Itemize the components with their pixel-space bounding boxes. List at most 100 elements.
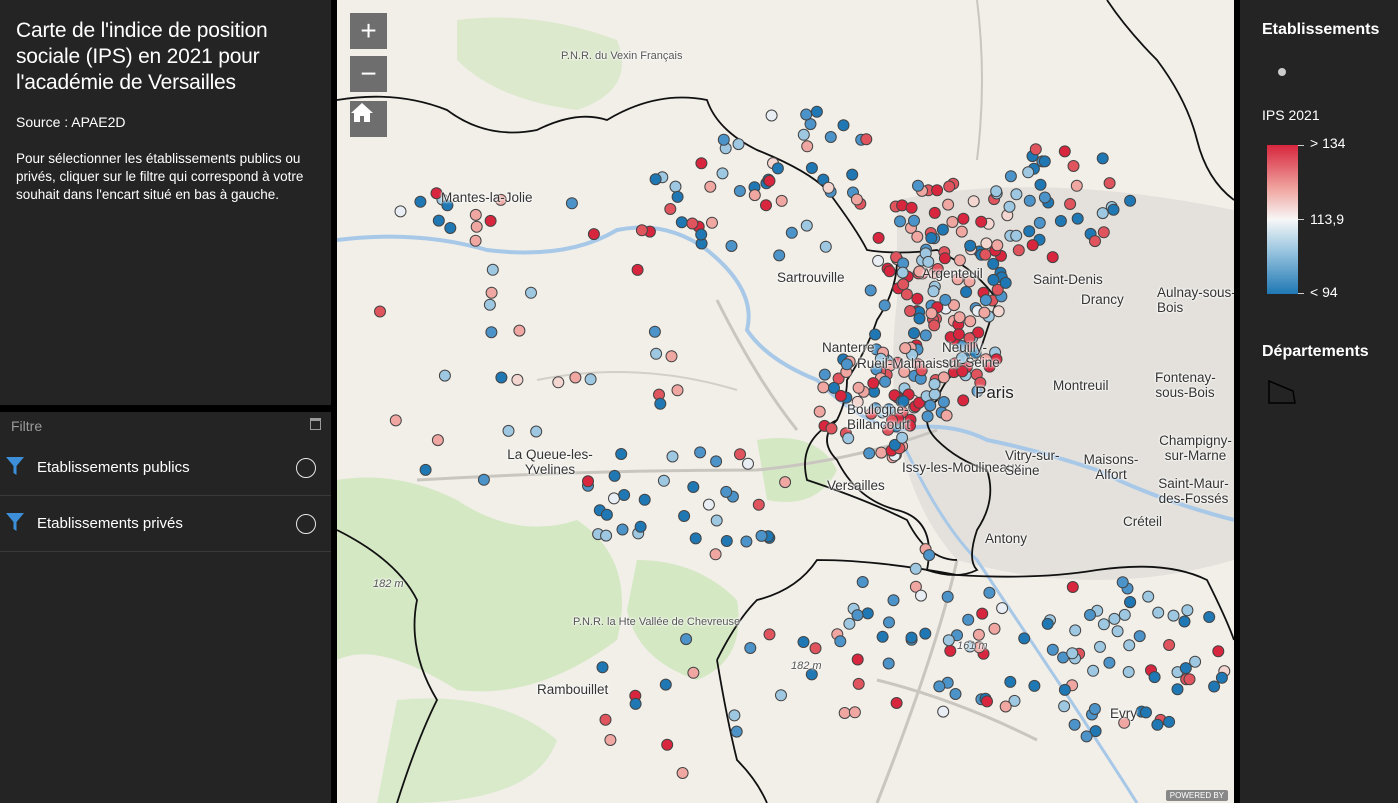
establishment-point[interactable] — [664, 203, 677, 215]
establishment-point[interactable] — [678, 510, 691, 522]
establishment-point[interactable] — [1215, 671, 1228, 684]
establishment-point[interactable] — [987, 257, 1000, 270]
establishment-point[interactable] — [779, 476, 792, 489]
establishment-point[interactable] — [983, 586, 996, 599]
establishment-point[interactable] — [775, 689, 787, 702]
establishment-point[interactable] — [851, 609, 864, 622]
establishment-point[interactable] — [1064, 198, 1077, 210]
establishment-point[interactable] — [689, 532, 702, 545]
establishment-point[interactable] — [596, 661, 609, 674]
establishment-point[interactable] — [797, 128, 810, 141]
establishment-point[interactable] — [957, 212, 970, 225]
establishment-point[interactable] — [389, 414, 402, 427]
establishment-point[interactable] — [676, 767, 689, 779]
establishment-point[interactable] — [771, 162, 784, 175]
establishment-point[interactable] — [856, 576, 869, 588]
establishment-point[interactable] — [513, 324, 526, 337]
establishment-point[interactable] — [1094, 640, 1106, 653]
establishment-point[interactable] — [887, 594, 900, 607]
establishment-point[interactable] — [1018, 632, 1031, 645]
establishment-point[interactable] — [649, 173, 662, 186]
establishment-point[interactable] — [1088, 703, 1101, 715]
establishment-point[interactable] — [717, 133, 730, 146]
establishment-point[interactable] — [687, 666, 700, 679]
establishment-point[interactable] — [876, 630, 889, 643]
establishment-point[interactable] — [975, 215, 988, 228]
establishment-point[interactable] — [687, 481, 700, 493]
establishment-point[interactable] — [960, 286, 973, 298]
establishment-point[interactable] — [763, 628, 776, 641]
home-button[interactable] — [350, 101, 387, 137]
establishment-point[interactable] — [1023, 225, 1036, 238]
establishment-point[interactable] — [1096, 207, 1109, 220]
establishment-point[interactable] — [817, 381, 830, 394]
establishment-point[interactable] — [805, 162, 818, 174]
establishment-point[interactable] — [936, 223, 949, 236]
establishment-point[interactable] — [953, 254, 966, 267]
establishment-point[interactable] — [846, 168, 859, 181]
establishment-point[interactable] — [1058, 683, 1071, 696]
establishment-point[interactable] — [863, 447, 876, 460]
establishment-point[interactable] — [988, 622, 1001, 635]
establishment-point[interactable] — [964, 315, 977, 328]
establishment-point[interactable] — [1046, 643, 1059, 656]
establishment-point[interactable] — [1080, 730, 1093, 743]
establishment-point[interactable] — [1111, 625, 1124, 638]
establishment-point[interactable] — [686, 217, 699, 230]
establishment-point[interactable] — [937, 396, 950, 408]
establishment-point[interactable] — [775, 194, 788, 207]
establishment-point[interactable] — [813, 405, 826, 418]
establishment-point[interactable] — [1010, 188, 1023, 201]
establishment-point[interactable] — [615, 448, 628, 460]
establishment-point[interactable] — [666, 450, 679, 463]
establishment-point[interactable] — [720, 485, 733, 498]
establishment-point[interactable] — [1148, 671, 1161, 684]
establishment-point[interactable] — [1004, 675, 1017, 688]
establishment-point[interactable] — [1122, 666, 1135, 678]
establishment-point[interactable] — [587, 228, 600, 241]
establishment-point[interactable] — [720, 535, 733, 547]
establishment-point[interactable] — [1163, 639, 1176, 651]
establishment-point[interactable] — [996, 602, 1009, 615]
establishment-point[interactable] — [908, 214, 920, 227]
establishment-point[interactable] — [1167, 609, 1180, 622]
establishment-point[interactable] — [1124, 596, 1137, 608]
establishment-point[interactable] — [1023, 194, 1036, 207]
establishment-point[interactable] — [760, 199, 772, 212]
establishment-point[interactable] — [872, 254, 885, 267]
establishment-point[interactable] — [896, 431, 909, 444]
establishment-point[interactable] — [1171, 683, 1184, 696]
filter-item-private[interactable]: Etablissements privés — [0, 496, 331, 552]
map-view[interactable]: P.N.R. du Vexin Français Mantes-la-Jolie… — [337, 0, 1234, 803]
establishment-point[interactable] — [1140, 706, 1152, 719]
establishment-point[interactable] — [1054, 215, 1067, 227]
establishment-point[interactable] — [899, 342, 912, 355]
establishment-point[interactable] — [800, 219, 813, 232]
establishment-point[interactable] — [1108, 612, 1121, 625]
establishment-point[interactable] — [648, 325, 661, 338]
establishment-point[interactable] — [912, 179, 924, 192]
establishment-point[interactable] — [1066, 581, 1079, 593]
establishment-point[interactable] — [964, 239, 977, 252]
establishment-point[interactable] — [552, 376, 565, 389]
establishment-point[interactable] — [710, 455, 723, 468]
establishment-point[interactable] — [937, 371, 950, 384]
establishment-point[interactable] — [800, 108, 813, 121]
establishment-point[interactable] — [824, 131, 837, 143]
establishment-point[interactable] — [941, 590, 954, 603]
establishment-point[interactable] — [742, 457, 754, 470]
establishment-point[interactable] — [896, 266, 909, 279]
establishment-point[interactable] — [822, 181, 835, 194]
establishment-point[interactable] — [1103, 177, 1116, 190]
establishment-point[interactable] — [629, 697, 642, 710]
establishment-point[interactable] — [486, 263, 499, 276]
establishment-point[interactable] — [999, 276, 1012, 289]
establishment-point[interactable] — [1133, 630, 1146, 643]
establishment-point[interactable] — [716, 167, 729, 180]
establishment-point[interactable] — [1124, 194, 1137, 207]
establishment-point[interactable] — [904, 305, 917, 317]
establishment-point[interactable] — [470, 220, 483, 233]
establishment-point[interactable] — [882, 657, 895, 670]
establishment-point[interactable] — [869, 328, 882, 341]
establishment-point[interactable] — [848, 706, 861, 719]
